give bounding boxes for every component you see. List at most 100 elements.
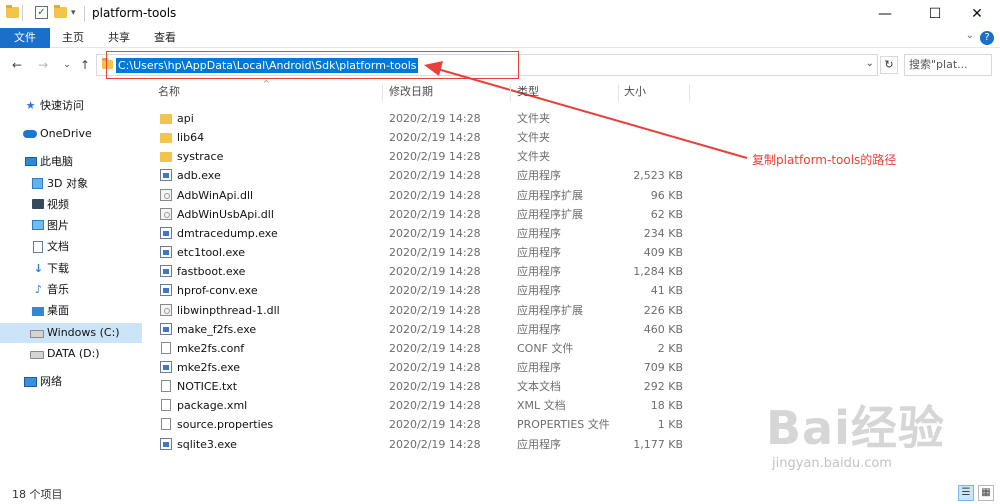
tab-view[interactable]: 查看 — [154, 28, 176, 48]
maximize-button[interactable]: ☐ — [912, 0, 958, 28]
file-row[interactable]: AdbWinUsbApi.dll 2020/2/19 14:28 应用程序扩展 62 … — [155, 205, 690, 224]
file-type: 应用程序 — [517, 284, 561, 298]
file-row[interactable]: etc1tool.exe 2020/2/19 14:28 应用程序 409 KB — [155, 243, 690, 262]
file-row[interactable]: lib64 2020/2/19 14:28 文件夹 — [155, 128, 690, 147]
large-icons-view-button[interactable]: ▦ — [978, 485, 994, 501]
desktop-icon — [32, 307, 44, 316]
sidebar-item-label: 视频 — [47, 198, 69, 211]
file-row[interactable]: mke2fs.exe 2020/2/19 14:28 应用程序 709 KB — [155, 358, 690, 377]
sidebar-item-videos[interactable]: 视频 — [0, 195, 142, 215]
expand-ribbon-icon[interactable]: ⌄ — [966, 30, 974, 41]
new-folder-icon[interactable] — [54, 5, 67, 18]
quick-access-dropdown-icon[interactable]: ▾ — [71, 8, 76, 18]
minimize-button[interactable]: — — [862, 0, 908, 28]
folder-icon — [6, 5, 19, 18]
column-header-size[interactable]: 大小 — [624, 84, 646, 100]
sidebar-item-3d-objects[interactable]: 3D 对象 — [0, 174, 142, 194]
column-divider[interactable] — [618, 84, 619, 102]
file-row[interactable]: NOTICE.txt 2020/2/19 14:28 文本文档 292 KB — [155, 377, 690, 396]
help-icon[interactable]: ? — [980, 31, 994, 45]
file-row[interactable]: mke2fs.conf 2020/2/19 14:28 CONF 文件 2 KB — [155, 339, 690, 358]
search-input[interactable]: 搜索"plat... — [904, 54, 992, 76]
file-name: api — [177, 112, 194, 125]
file-row[interactable]: fastboot.exe 2020/2/19 14:28 应用程序 1,284 KB — [155, 262, 690, 281]
sidebar-item-data-d[interactable]: DATA (D:) — [0, 344, 142, 364]
sidebar-item-this-pc[interactable]: 此电脑 — [0, 152, 142, 172]
sidebar-item-network[interactable]: 网络 — [0, 372, 142, 392]
file-type: 应用程序 — [517, 169, 561, 183]
application-icon — [160, 284, 172, 297]
sidebar-item-desktop[interactable]: 桌面 — [0, 301, 142, 321]
file-row[interactable]: AdbWinApi.dll 2020/2/19 14:28 应用程序扩展 96 KB — [155, 186, 690, 205]
picture-icon — [32, 220, 44, 230]
file-row[interactable]: source.properties 2020/2/19 14:28 PROPERTI… — [155, 415, 690, 434]
navigation-pane: ★ 快速访问 OneDrive 此电脑 3D 对象 视频 图片 文档 ↓ 下载 … — [0, 82, 142, 482]
file-row[interactable]: package.xml 2020/2/19 14:28 XML 文档 18 KB — [155, 396, 690, 415]
file-type: 文件夹 — [517, 150, 550, 164]
file-type: 应用程序扩展 — [517, 207, 583, 221]
file-row[interactable]: libwinpthread-1.dll 2020/2/19 14:28 应用程序扩展… — [155, 301, 690, 320]
tab-share[interactable]: 共享 — [108, 28, 130, 48]
application-icon — [160, 169, 172, 182]
address-bar[interactable]: C:\Users\hp\AppData\Local\Android\Sdk\pl… — [96, 54, 878, 76]
back-arrow-icon[interactable]: ← — [8, 55, 26, 75]
sidebar-item-quick-access[interactable]: ★ 快速访问 — [0, 96, 142, 116]
application-icon — [160, 437, 172, 450]
sidebar-item-pictures[interactable]: 图片 — [0, 216, 142, 236]
tab-home[interactable]: 主页 — [62, 28, 84, 48]
refresh-button[interactable]: ↻ — [880, 56, 898, 74]
file-row[interactable]: hprof-conv.exe 2020/2/19 14:28 应用程序 41 KB — [155, 281, 690, 300]
properties-icon[interactable]: ✓ — [35, 6, 48, 19]
column-divider[interactable] — [382, 84, 383, 102]
sidebar-item-music[interactable]: ♪ 音乐 — [0, 280, 142, 300]
recent-locations-chevron-icon[interactable]: ⌄ — [58, 55, 76, 75]
file-row[interactable]: api 2020/2/19 14:28 文件夹 — [155, 109, 690, 128]
file-size: 41 KB — [650, 284, 683, 298]
column-header-type[interactable]: 类型 — [517, 84, 539, 100]
folder-icon — [160, 152, 172, 163]
sidebar-item-documents[interactable]: 文档 — [0, 237, 142, 257]
close-button[interactable]: ✕ — [954, 0, 1000, 28]
sort-ascending-icon: ^ — [263, 79, 270, 88]
address-folder-icon — [102, 58, 113, 69]
file-type: 应用程序扩展 — [517, 303, 583, 317]
file-name: AdbWinUsbApi.dll — [177, 207, 274, 221]
sidebar-item-label: 快速访问 — [40, 99, 84, 112]
address-path-text[interactable]: C:\Users\hp\AppData\Local\Android\Sdk\pl… — [116, 58, 419, 73]
sidebar-item-windows-c[interactable]: Windows (C:) — [0, 323, 142, 343]
file-modified-date: 2020/2/19 14:28 — [389, 303, 481, 317]
file-row[interactable]: sqlite3.exe 2020/2/19 14:28 应用程序 1,177 KB — [155, 435, 690, 454]
sidebar-item-downloads[interactable]: ↓ 下载 — [0, 259, 142, 279]
file-name: sqlite3.exe — [177, 437, 237, 451]
file-modified-date: 2020/2/19 14:28 — [389, 380, 481, 394]
music-icon: ♪ — [34, 283, 43, 296]
file-size: 1,177 KB — [633, 437, 683, 451]
file-size: 96 KB — [650, 188, 683, 202]
tab-file[interactable]: 文件 — [0, 28, 50, 48]
application-icon — [160, 246, 172, 259]
column-header-date[interactable]: 修改日期 — [389, 84, 433, 100]
file-row[interactable]: dmtracedump.exe 2020/2/19 14:28 应用程序 234 KB — [155, 224, 690, 243]
column-header-name[interactable]: 名称 — [158, 84, 180, 100]
details-view-button[interactable]: ☰ — [958, 485, 974, 501]
file-name: AdbWinApi.dll — [177, 188, 254, 202]
file-name: make_f2fs.exe — [177, 322, 257, 336]
address-dropdown-icon[interactable]: ⌄ — [866, 58, 874, 69]
file-row[interactable]: adb.exe 2020/2/19 14:28 应用程序 2,523 KB — [155, 166, 690, 185]
up-arrow-icon[interactable]: ↑ — [76, 55, 94, 75]
sidebar-item-onedrive[interactable]: OneDrive — [0, 124, 142, 144]
document-icon — [161, 399, 171, 412]
file-name: package.xml — [177, 399, 248, 413]
watermark-brand: Bai经验 — [766, 401, 945, 455]
file-type: CONF 文件 — [517, 341, 574, 355]
forward-arrow-icon[interactable]: → — [34, 55, 52, 75]
file-row[interactable]: make_f2fs.exe 2020/2/19 14:28 应用程序 460 KB — [155, 320, 690, 339]
file-name: mke2fs.conf — [177, 341, 245, 355]
column-divider[interactable] — [510, 84, 511, 102]
video-icon — [32, 199, 44, 209]
column-divider[interactable] — [689, 84, 690, 102]
file-row[interactable]: systrace 2020/2/19 14:28 文件夹 — [155, 147, 690, 166]
toolbar-divider — [22, 5, 23, 21]
details-view-icon: ☰ — [961, 487, 971, 498]
file-size: 709 KB — [643, 360, 683, 374]
